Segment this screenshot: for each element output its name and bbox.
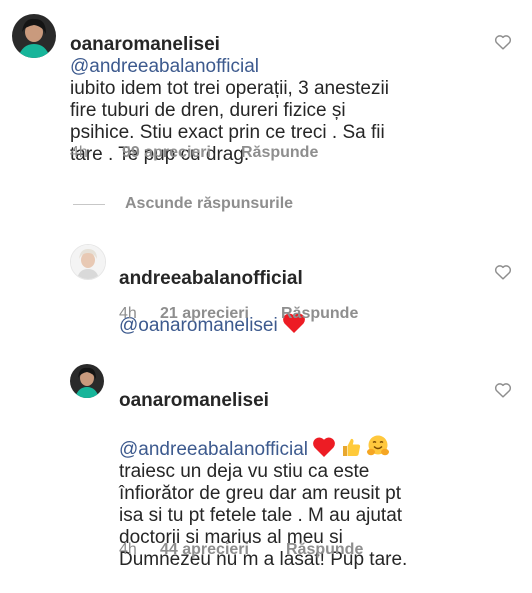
hugging-face-emoji	[367, 435, 390, 456]
heart-outline-icon[interactable]	[494, 34, 512, 50]
heart-outline-icon[interactable]	[494, 382, 512, 398]
comment-username[interactable]: oanaromanelisei	[70, 34, 220, 55]
reply-button[interactable]: Răspunde	[286, 541, 363, 559]
comment-username[interactable]: oanaromanelisei	[119, 390, 499, 412]
comment-likes[interactable]: 99 aprecieri	[122, 144, 241, 162]
comment-meta: 4h 44 aprecieri Răspunde	[119, 541, 363, 559]
comment-time: 4h	[119, 305, 137, 322]
reply-button[interactable]: Răspunde	[281, 305, 358, 323]
avatar[interactable]	[12, 14, 56, 58]
avatar[interactable]	[70, 364, 104, 398]
comment-mention[interactable]: @andreeabalanofficial	[119, 439, 308, 460]
comment-likes[interactable]: 44 aprecieri	[160, 541, 286, 559]
comment-time: 4h	[70, 144, 88, 161]
avatar[interactable]	[70, 244, 106, 280]
divider-line	[73, 203, 105, 205]
comment-time: 4h	[119, 541, 137, 558]
comment-likes[interactable]: 21 aprecieri	[160, 305, 281, 323]
comment-mention[interactable]: @andreeabalanofficial	[70, 56, 259, 77]
hide-replies-button[interactable]: Ascunde răspunsurile	[73, 195, 293, 213]
heart-outline-icon[interactable]	[494, 264, 512, 280]
red-heart-emoji	[313, 437, 335, 457]
comment-meta: 4h 21 aprecieri Răspunde	[119, 305, 358, 323]
hide-replies-label: Ascunde răspunsurile	[125, 195, 294, 212]
comment-username[interactable]: andreeabalanofficial	[119, 268, 499, 290]
comment-meta: 4h 99 aprecieri Răspunde	[70, 144, 318, 162]
thumbs-up-emoji	[343, 438, 361, 456]
reply-button[interactable]: Răspunde	[241, 144, 318, 162]
